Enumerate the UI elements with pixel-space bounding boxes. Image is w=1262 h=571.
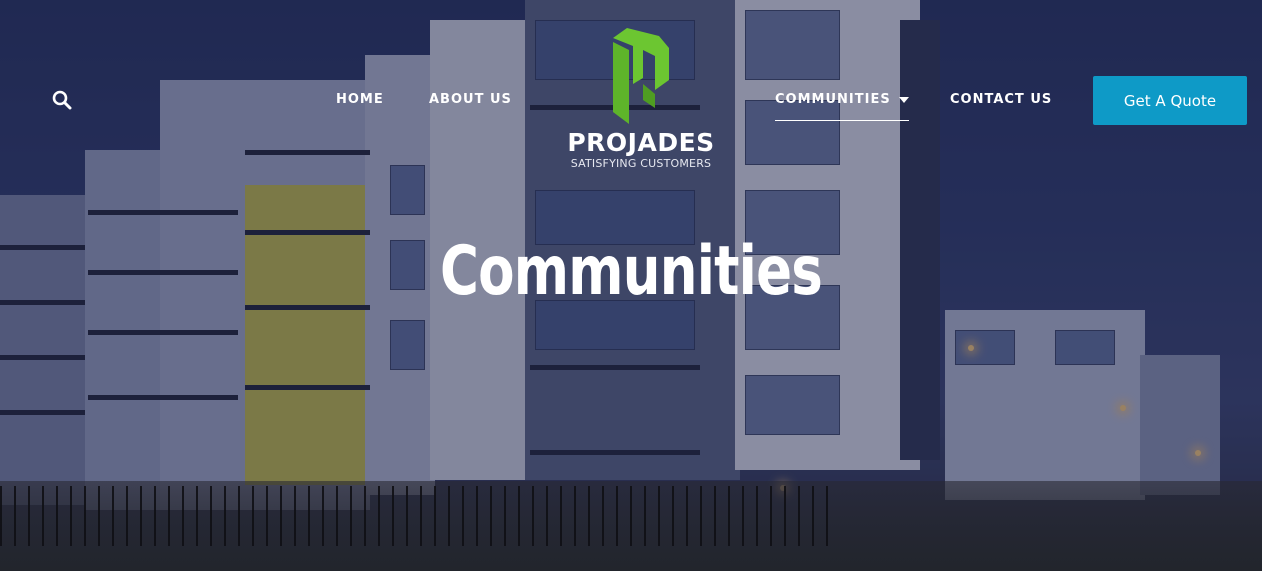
chevron-down-icon [898, 96, 909, 103]
nav-communities[interactable]: COMMUNITIES [775, 92, 909, 121]
get-a-quote-button[interactable]: Get A Quote [1093, 76, 1247, 125]
projades-logo[interactable]: PROJADES SATISFYING CUSTOMERS [556, 28, 726, 170]
nav-communities-label: COMMUNITIES [775, 92, 891, 107]
search-icon[interactable] [52, 90, 72, 110]
hero-banner: HOME ABOUT US PROJADES SATISFYING CUSTOM… [0, 0, 1262, 571]
nav-about-us[interactable]: ABOUT US [429, 92, 512, 107]
nav-home[interactable]: HOME [336, 92, 384, 107]
logo-name: PROJADES [567, 128, 715, 157]
logo-mark-icon [613, 28, 669, 124]
nav-contact-us[interactable]: CONTACT US [950, 92, 1052, 107]
logo-tagline: SATISFYING CUSTOMERS [570, 157, 712, 170]
page-title: Communities [439, 232, 823, 311]
